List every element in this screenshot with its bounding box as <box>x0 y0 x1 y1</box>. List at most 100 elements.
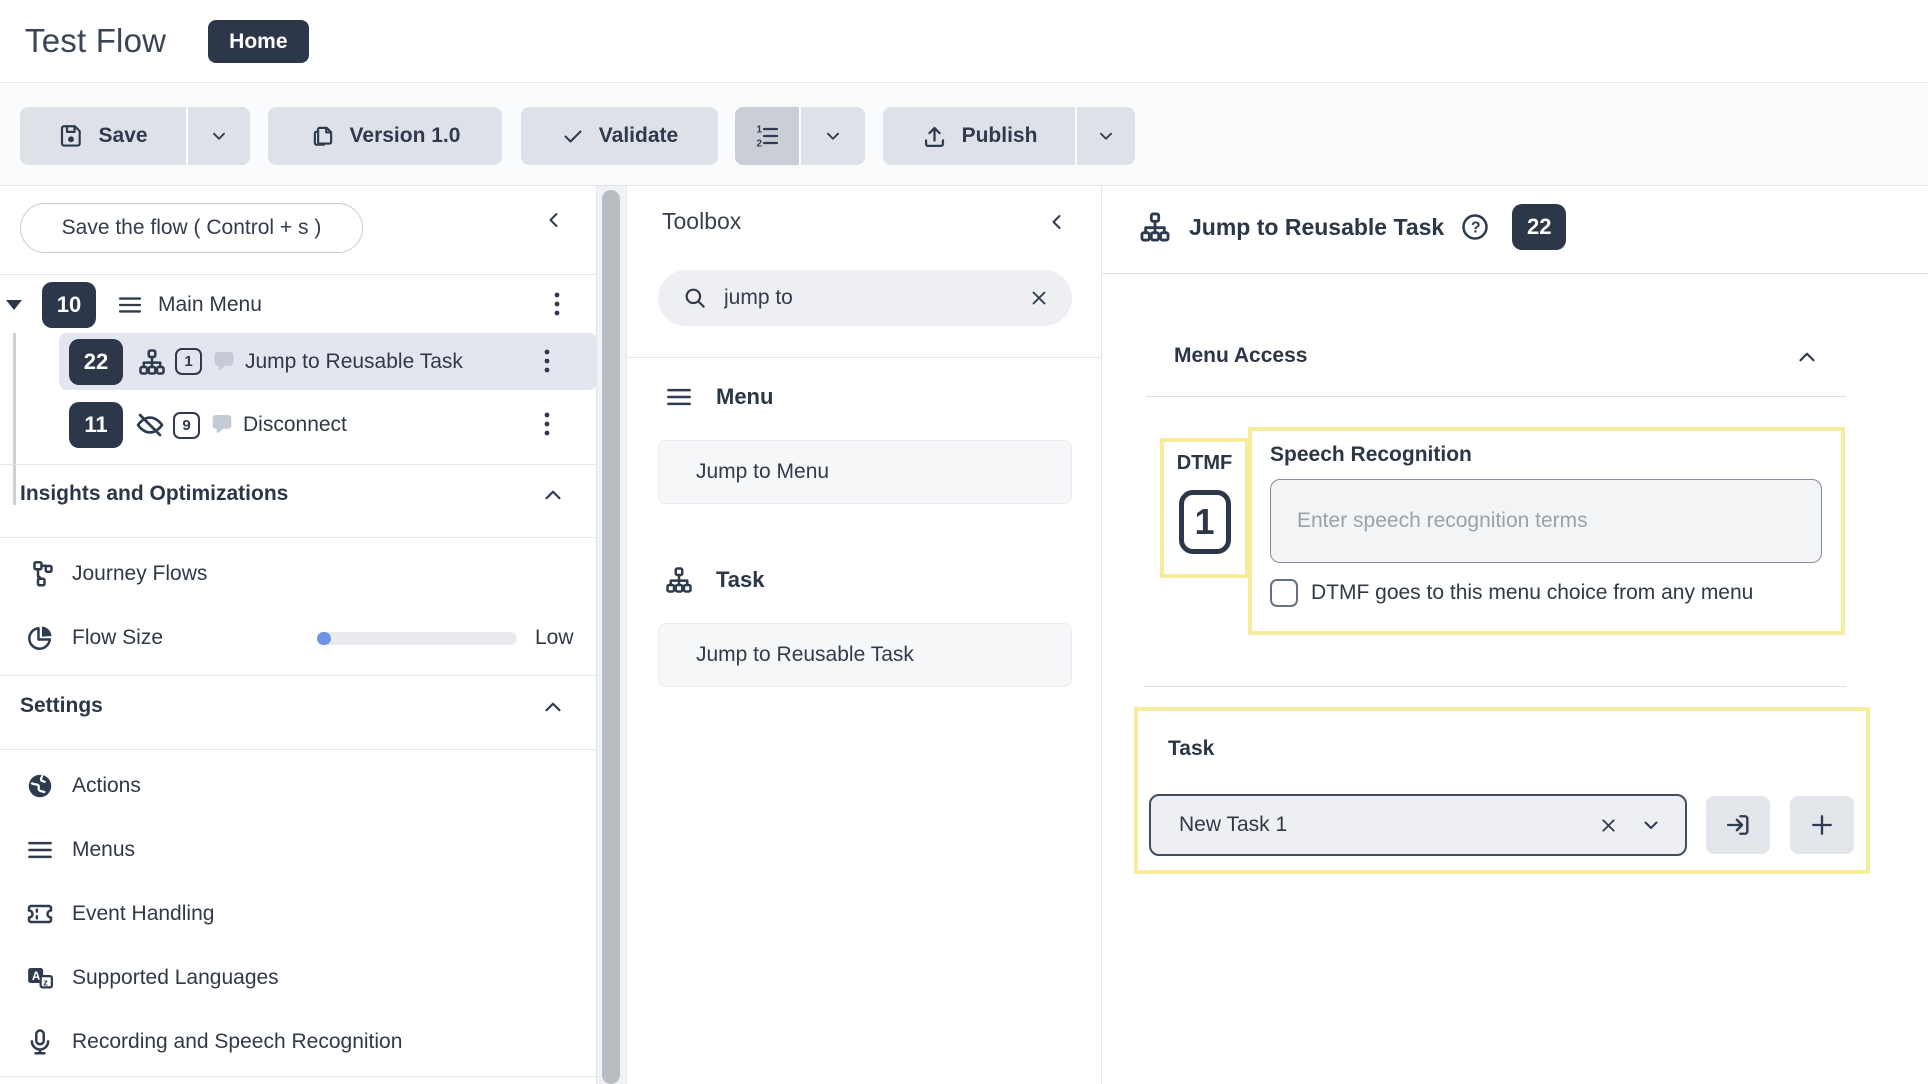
kebab-menu-icon[interactable] <box>543 347 551 377</box>
settings-section-header: Settings <box>20 694 103 718</box>
save-menu-button[interactable] <box>188 107 250 165</box>
chevron-down-icon[interactable] <box>1639 813 1663 837</box>
toolbox-title: Toolbox <box>662 208 741 235</box>
sidebar-item-label: Journey Flows <box>72 562 207 586</box>
add-task-button[interactable] <box>1790 796 1854 854</box>
publish-button[interactable]: Publish <box>883 107 1075 165</box>
tool-card-label: Jump to Reusable Task <box>696 643 914 667</box>
pie-chart-icon <box>25 623 55 653</box>
menu-lines-icon <box>116 291 144 319</box>
sidebar-item-journey-flows[interactable]: Journey Flows <box>0 545 596 603</box>
sidebar-collapse-icon[interactable] <box>542 208 566 237</box>
sidebar-item-label: Menus <box>72 838 135 862</box>
divider <box>0 675 596 676</box>
speech-bubble-icon <box>210 348 238 376</box>
sidebar-item-label: Supported Languages <box>72 966 279 990</box>
ticket-icon <box>25 899 55 929</box>
publish-menu-button[interactable] <box>1077 107 1135 165</box>
clear-search-icon[interactable] <box>1028 287 1050 309</box>
task-select[interactable]: New Task 1 <box>1149 794 1687 856</box>
divider <box>1143 686 1846 687</box>
inspector-header: Jump to Reusable Task ? 22 <box>1138 204 1566 250</box>
version-copies-icon <box>310 123 336 149</box>
speech-recognition-highlight-box: Speech Recognition DTMF goes to this men… <box>1248 427 1845 635</box>
page-title: Test Flow <box>25 22 166 60</box>
task-section-title: Task <box>1168 737 1214 761</box>
toolbox-search-input[interactable] <box>724 286 1028 310</box>
divider <box>1146 396 1846 397</box>
sidebar-item-menus[interactable]: Menus <box>0 818 596 882</box>
dtmf-key-button[interactable]: 1 <box>1179 490 1231 554</box>
menu-access-section-title: Menu Access <box>1174 344 1307 368</box>
sidebar-item-label: Flow Size <box>72 626 163 650</box>
speech-terms-input[interactable] <box>1270 479 1822 563</box>
title-bar: Test Flow Home <box>0 0 1928 83</box>
chevron-down-icon <box>208 125 230 147</box>
tool-card-jump-to-reusable-task[interactable]: Jump to Reusable Task <box>658 623 1072 687</box>
jump-into-icon <box>1724 811 1752 839</box>
menu-lines-icon <box>664 382 694 412</box>
version-label: Version 1.0 <box>350 124 461 148</box>
svg-text:1: 1 <box>757 125 763 136</box>
flow-size-meter <box>317 632 517 645</box>
collapse-settings-icon[interactable] <box>540 694 566 725</box>
kebab-menu-icon[interactable] <box>553 290 561 320</box>
tree-node-label: Main Menu <box>158 293 262 317</box>
sidebar-item-actions[interactable]: Actions <box>0 754 596 818</box>
tree-row-main-menu[interactable]: 10 Main Menu <box>6 280 591 330</box>
menu-lines-icon <box>25 835 55 865</box>
task-sitemap-icon <box>137 347 167 377</box>
flow-designer-app: Test Flow Home Save Version 1.0 Validate… <box>0 0 1928 1084</box>
insights-section-header: Insights and Optimizations <box>20 482 288 506</box>
svg-text:z: z <box>43 977 48 987</box>
toolbox-panel: Toolbox Menu Jump to Menu Task <box>627 186 1102 1084</box>
collapse-insights-icon[interactable] <box>540 482 566 513</box>
dtmf-highlight-box: DTMF 1 <box>1160 438 1249 578</box>
collapse-menu-access-icon[interactable] <box>1794 344 1820 375</box>
task-select-value: New Task 1 <box>1179 813 1598 837</box>
tool-card-jump-to-menu[interactable]: Jump to Menu <box>658 440 1072 504</box>
open-task-button[interactable] <box>1706 796 1770 854</box>
kebab-menu-icon[interactable] <box>543 410 551 440</box>
group-label: Task <box>716 567 765 593</box>
dtmf-label: DTMF <box>1164 452 1245 475</box>
plus-icon <box>1808 811 1836 839</box>
save-button[interactable]: Save <box>20 107 186 165</box>
globe-icon <box>25 771 55 801</box>
save-icon <box>58 123 84 149</box>
validate-label: Validate <box>599 124 678 148</box>
toolbox-group-task: Task <box>664 565 765 595</box>
inspector-panel: Jump to Reusable Task ? 22 Menu Access D… <box>1102 186 1928 1084</box>
sidebar-item-recording-speech[interactable]: Recording and Speech Recognition <box>0 1010 596 1074</box>
check-icon <box>561 124 585 148</box>
save-label: Save <box>98 124 147 148</box>
tree-row-jump-to-reusable-task[interactable]: 22 1 Jump to Reusable Task <box>69 333 591 390</box>
divider <box>0 464 596 465</box>
save-flow-shortcut-button[interactable]: Save the flow ( Control + s ) <box>20 203 363 253</box>
toolbar: Save Version 1.0 Validate 12 Publish <box>0 84 1928 186</box>
clear-task-icon[interactable] <box>1598 815 1619 836</box>
toolbox-collapse-icon[interactable] <box>1045 210 1069 239</box>
tree-indent-guide <box>13 333 16 505</box>
version-button[interactable]: Version 1.0 <box>268 107 502 165</box>
sidebar-item-event-handling[interactable]: Event Handling <box>0 882 596 946</box>
sidebar-item-supported-languages[interactable]: Az Supported Languages <box>0 946 596 1010</box>
speech-bubble-icon <box>208 411 236 439</box>
home-badge[interactable]: Home <box>208 20 308 63</box>
node-number-badge: 10 <box>42 282 96 328</box>
dtmf-any-menu-checkbox[interactable] <box>1270 579 1298 607</box>
sidebar-item-label: Actions <box>72 774 141 798</box>
scrollbar-thumb[interactable] <box>602 190 620 1084</box>
caret-down-icon[interactable] <box>6 300 22 310</box>
publish-label: Publish <box>962 124 1038 148</box>
validate-button[interactable]: Validate <box>521 107 718 165</box>
divider <box>627 357 1101 358</box>
tool-card-label: Jump to Menu <box>696 460 829 484</box>
chevron-down-icon <box>1095 125 1117 147</box>
ordered-list-button[interactable]: 12 <box>735 107 799 165</box>
tree-row-disconnect[interactable]: 11 9 Disconnect <box>69 397 591 453</box>
help-icon[interactable]: ? <box>1460 212 1490 242</box>
ordered-list-menu-button[interactable] <box>801 107 865 165</box>
sidebar-scrollbar[interactable] <box>597 186 627 1084</box>
tree-node-label: Disconnect <box>243 413 347 437</box>
